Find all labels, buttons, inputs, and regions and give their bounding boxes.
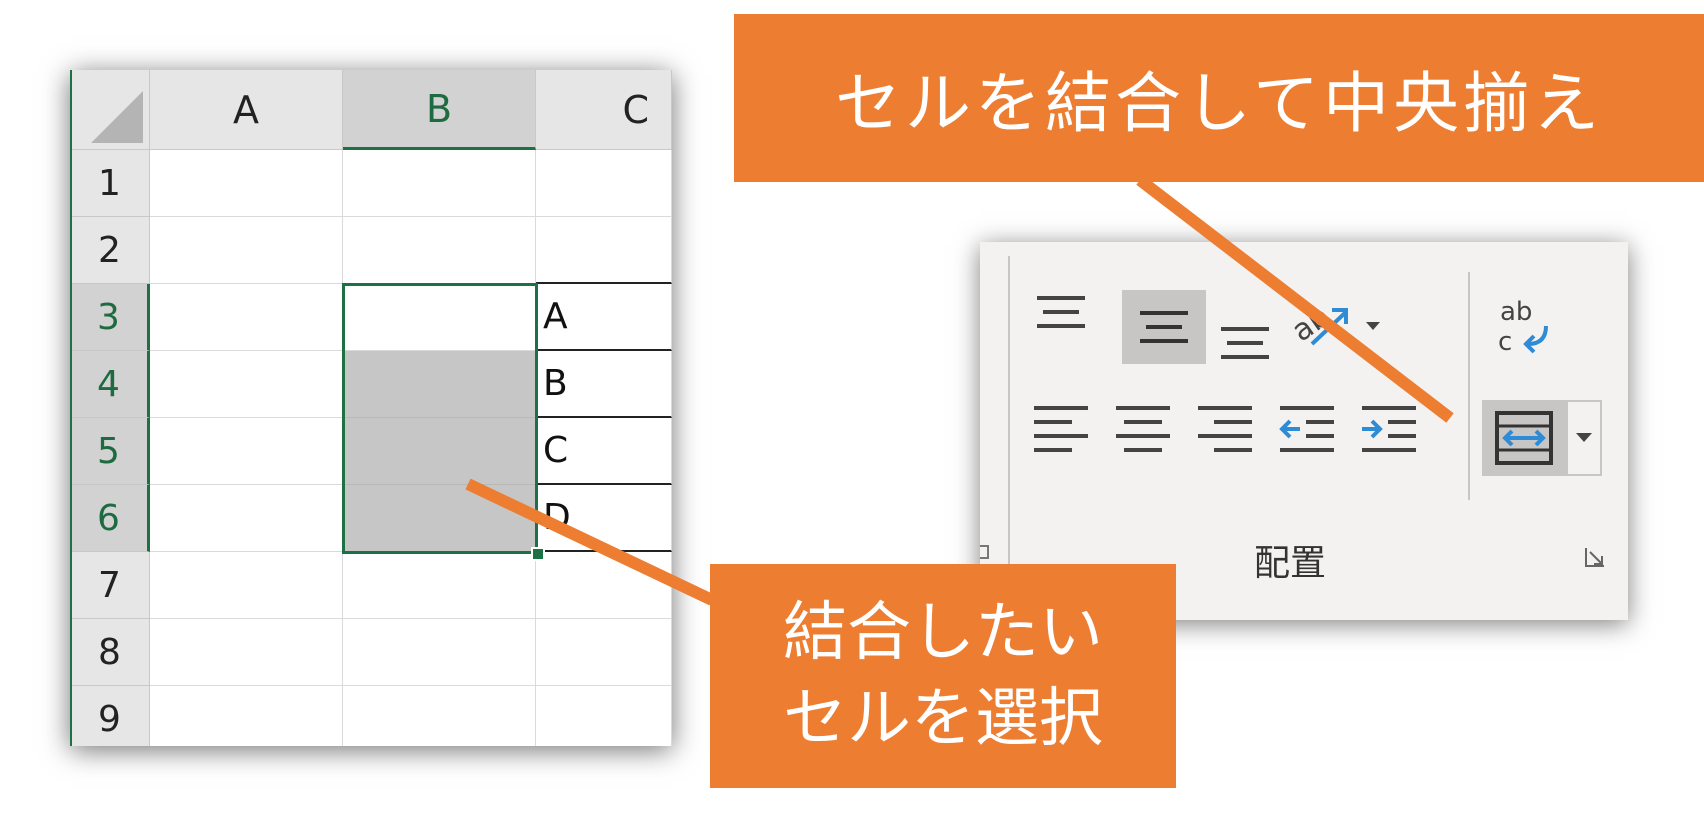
group-separator-left [1008,256,1010,568]
svg-text:c: c [1498,327,1512,357]
increase-indent-icon [1362,406,1416,452]
fill-handle[interactable] [531,547,545,561]
cell-b7[interactable] [343,552,536,619]
middle-align-button[interactable] [1122,290,1206,364]
cell-a8[interactable] [150,619,343,686]
decrease-indent-button[interactable] [1268,392,1346,464]
cell-c6[interactable]: D [536,485,672,552]
chevron-down-icon [1576,433,1592,442]
orientation-icon: ab [1290,299,1380,349]
column-header-b[interactable]: B [343,70,536,150]
cell-c5[interactable]: C [536,418,672,485]
callout-top-text: セルを結合して中央揃え [834,65,1604,142]
bottom-align-icon [1221,327,1269,359]
cell-c2[interactable] [536,217,672,284]
cell-c9[interactable] [536,686,672,746]
wrap-text-icon: ab c [1498,297,1548,357]
increase-indent-button[interactable] [1350,392,1428,464]
row-header-6[interactable]: 6 [70,485,150,552]
cell-c4[interactable]: B [536,351,672,418]
decrease-indent-icon [1279,406,1334,452]
top-align-icon [1037,296,1085,328]
row-header-9[interactable]: 9 [70,686,150,746]
cell-b2[interactable] [343,217,536,284]
dialog-launcher-icon[interactable] [1584,546,1606,568]
middle-align-icon [1140,311,1188,343]
cell-b1[interactable] [343,150,536,217]
row-header-3[interactable]: 3 [70,284,150,351]
align-left-icon [1034,406,1088,452]
cell-b5[interactable] [343,418,536,485]
cell-b6[interactable] [343,485,536,552]
callout-bottom-line2: セルを選択 [783,682,1103,756]
orientation-dropdown-chevron-icon [1366,322,1380,330]
bottom-align-button[interactable] [1206,300,1284,372]
group-separator-mid [1468,272,1470,500]
align-right-button[interactable] [1186,392,1264,464]
window-edge [70,70,72,746]
top-align-button[interactable] [1022,278,1100,350]
orientation-button[interactable]: ab [1288,288,1388,360]
cell-c1[interactable] [536,150,672,217]
row-header-5[interactable]: 5 [70,418,150,485]
select-all-triangle-icon [91,91,143,143]
column-header-a[interactable]: A [150,70,343,150]
cell-a2[interactable] [150,217,343,284]
prev-group-launcher-icon [980,545,989,559]
cell-a5[interactable] [150,418,343,485]
merge-and-center-button[interactable] [1482,400,1566,476]
callout-merge-and-center: セルを結合して中央揃え [734,14,1704,182]
row-header-8[interactable]: 8 [70,619,150,686]
select-all-corner[interactable] [70,70,150,150]
cell-c8[interactable] [536,619,672,686]
wrap-text-button[interactable]: ab c [1484,282,1564,372]
merge-and-center-icon [1495,411,1553,465]
svg-text:ab: ab [1500,297,1532,327]
callout-bottom-line1: 結合したい [783,596,1103,670]
callout-select-cells: 結合したい セルを選択 [710,564,1176,788]
cell-c7[interactable] [536,552,672,619]
align-center-button[interactable] [1104,392,1182,464]
cell-a4[interactable] [150,351,343,418]
merge-dropdown-button[interactable] [1566,400,1602,476]
align-center-icon [1116,406,1170,452]
column-header-c[interactable]: C [536,70,672,150]
cell-a9[interactable] [150,686,343,746]
row-header-4[interactable]: 4 [70,351,150,418]
cell-a3[interactable] [150,284,343,351]
cell-b4[interactable] [343,351,536,418]
cell-b3[interactable] [343,284,536,351]
align-left-button[interactable] [1022,392,1100,464]
row-header-2[interactable]: 2 [70,217,150,284]
cell-a1[interactable] [150,150,343,217]
cell-c3[interactable]: A [536,284,672,351]
spreadsheet: A B C 1 2 3 4 5 6 7 8 9 A B C D [70,70,672,746]
cell-b8[interactable] [343,619,536,686]
cell-b9[interactable] [343,686,536,746]
row-header-7[interactable]: 7 [70,552,150,619]
cell-a7[interactable] [150,552,343,619]
cell-a6[interactable] [150,485,343,552]
align-right-icon [1198,406,1252,452]
row-header-1[interactable]: 1 [70,150,150,217]
